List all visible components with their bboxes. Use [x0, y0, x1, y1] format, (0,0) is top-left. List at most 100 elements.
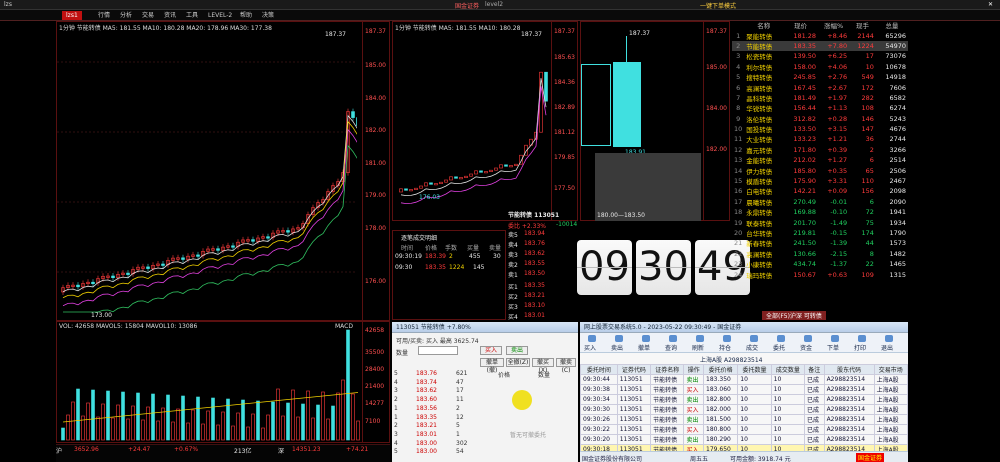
volume-bar — [276, 388, 280, 441]
toolbar-button[interactable]: 查询 — [665, 343, 677, 352]
watch-list-row[interactable]: 15 模盾转债 175.90 +3.31 110 2467 — [732, 176, 908, 186]
orders-row[interactable]: 09:30:34 113051 节能转债 卖出 182.800 10 10 已成 A298823… — [580, 394, 909, 405]
order-book-row[interactable]: 5 183.00 54 — [394, 448, 478, 456]
orders-header[interactable]: 成交数量 — [770, 364, 806, 375]
orders-row[interactable]: 09:30:26 113051 节能转债 卖出 181.500 10 10 已成 A298823… — [580, 414, 909, 425]
orders-row[interactable]: 09:30:38 113051 节能转债 买入 183.060 10 10 已成 A298823… — [580, 384, 909, 395]
watch-list-row[interactable]: 9 洛伦转债 312.82 +0.28 146 5243 — [732, 114, 908, 124]
watch-list-header[interactable]: 现手 — [849, 20, 876, 30]
account-selector[interactable]: 上海A股 A298823514 — [700, 355, 762, 364]
watch-list-header[interactable]: 总量 — [876, 20, 908, 30]
small-candle-chart[interactable]: 187.37 183.91 180.00—183.50 187.37 185.0… — [580, 21, 730, 221]
watch-list-row[interactable]: 4 利尔转债 158.00 +4.06 10 10678 — [732, 62, 908, 72]
tab-8[interactable]: 决策 — [258, 11, 278, 20]
watch-list-row[interactable]: 22 高澜转债 130.66 -2.15 8 1482 — [732, 249, 908, 259]
tab-3[interactable]: 交易 — [138, 11, 158, 20]
watch-list-row[interactable]: 10 国投转债 133.50 +3.15 147 4676 — [732, 124, 908, 134]
watch-list[interactable]: 名称 现价 涨幅% 现手 总量 1 聚能转债 181.28 +8.46 2144 65296 2 节能… — [732, 20, 908, 320]
orders-row[interactable]: 09:30:44 113051 节能转债 卖出 183.350 10 10 已成 A298823… — [580, 374, 909, 385]
mode-label[interactable]: 一键下单模式 — [700, 1, 736, 10]
volume-chart[interactable]: VOL: 42658 MAVOL5: 15804 MAVOL10: 13086 … — [56, 321, 390, 443]
orders-header[interactable]: 操作 — [683, 364, 705, 375]
tab-5[interactable]: 工具 — [182, 11, 202, 20]
watch-list-row[interactable]: 24 瑞玛转债 150.67 +0.63 109 1315 — [732, 269, 908, 280]
cancel-all-tab[interactable]: 全撤(Z) — [506, 358, 530, 367]
orders-row[interactable]: 09:30:22 113051 节能转债 买入 180.800 10 10 已成 A298823… — [580, 424, 909, 435]
toolbar-button[interactable]: 成交 — [746, 343, 758, 352]
watch-list-header[interactable] — [732, 20, 744, 30]
mid-kline-chart[interactable]: 1分钟 节能转债 MA5: 181.55 MA10: 180.28 187.37… — [392, 21, 578, 221]
order-book-row[interactable]: 2 183.60 11 — [394, 396, 478, 404]
main-kline-chart[interactable]: 1分钟 节能转债 MA5: 181.55 MA10: 180.28 MA20: … — [56, 21, 390, 321]
watch-list-row[interactable]: 23 小康转债 434.74 -1.37 22 1465 — [732, 259, 908, 269]
watch-list-row[interactable]: 18 永鼎转债 169.88 -0.10 72 1941 — [732, 207, 908, 217]
trade-system-window[interactable]: 网上股票交易系统5.0 - 2023-05-22 09:30:49 - 国金证券… — [580, 322, 909, 462]
orders-header[interactable]: 委托数量 — [737, 364, 772, 375]
tick-header-vol: 手数 — [445, 245, 458, 252]
toolbar-button[interactable]: 买入 — [584, 343, 596, 352]
orders-row[interactable]: 09:30:20 113051 节能转债 卖出 180.290 10 10 已成 A298823… — [580, 434, 909, 445]
toolbar-button[interactable]: 打印 — [854, 343, 866, 352]
orders-row[interactable]: 09:30:30 113051 节能转债 买入 182.000 10 10 已成 A298823… — [580, 404, 909, 415]
tick-detail-panel[interactable]: 逐笔成交明细 时间 价格 手数 买量 卖量 09:30:19 183.39 2 … — [392, 230, 506, 320]
watch-list-header[interactable]: 名称 — [744, 20, 783, 30]
orders-header[interactable]: 委托价格 — [703, 364, 739, 375]
orders-header[interactable]: 备注 — [804, 364, 825, 375]
cancel-sell-tab[interactable]: 撤卖(C) — [556, 358, 576, 374]
orders-header[interactable]: 证券代码 — [616, 364, 652, 375]
watch-list-row[interactable]: 17 晨曦转债 270.49 -0.01 6 2090 — [732, 197, 908, 207]
tab-1[interactable]: 行情 — [94, 11, 114, 20]
watch-list-row[interactable]: 14 伊力转债 185.80 +0.35 65 2506 — [732, 165, 908, 176]
watch-list-row[interactable]: 7 晶科转债 181.49 +1.97 282 6582 — [732, 93, 908, 103]
toolbar-button[interactable]: 委托 — [773, 343, 785, 352]
watch-list-row[interactable]: 19 联泰转债 201.70 -1.49 75 1934 — [732, 217, 908, 228]
watch-list-header[interactable]: 涨幅% — [818, 20, 849, 30]
watch-list-row[interactable]: 21 新春转债 241.50 -1.39 44 1573 — [732, 238, 908, 248]
close-icon[interactable]: ✕ — [988, 1, 993, 8]
watch-list-row[interactable]: 11 大业转债 133.23 +1.21 36 2744 — [732, 134, 908, 144]
toolbar-button[interactable]: 持仓 — [719, 343, 731, 352]
toolbar-button[interactable]: 退出 — [881, 343, 893, 352]
orders-header[interactable]: 交易市场 — [873, 364, 909, 375]
watch-list-row[interactable]: 3 松瓷转债 139.50 +6.25 17 73076 — [732, 51, 908, 61]
orders-header[interactable]: 股东代码 — [823, 364, 875, 375]
order-book-row[interactable]: 1 183.35 12 — [394, 414, 478, 422]
order-book-row[interactable]: 5 183.76 621 — [394, 370, 478, 378]
watch-list-row[interactable]: 6 高澜转债 167.45 +2.67 172 7606 — [732, 82, 908, 93]
buy-button[interactable]: 买入 — [480, 346, 502, 355]
order-window[interactable]: 113051 节能转债 +7.80% 可用/买卖: 买入 最高 3625.74 … — [392, 322, 578, 462]
orders-header[interactable]: 委托时间 — [580, 364, 618, 375]
qty-input[interactable] — [418, 346, 458, 355]
toolbar-button[interactable]: 撤单 — [638, 343, 650, 352]
tab-6[interactable]: LEVEL-2 — [204, 11, 236, 20]
tab-4[interactable]: 资讯 — [160, 11, 180, 20]
watch-list-header[interactable]: 现价 — [783, 20, 818, 30]
order-book-row[interactable]: 4 183.74 47 — [394, 379, 478, 387]
orders-header[interactable]: 证券名称 — [650, 364, 685, 375]
watch-list-row[interactable]: 5 搜特转债 245.85 +2.76 549 14918 — [732, 72, 908, 82]
cancel-buy-tab[interactable]: 撤买(X) — [532, 358, 554, 374]
sell-button[interactable]: 卖出 — [506, 346, 528, 355]
toolbar-button[interactable]: 资金 — [800, 343, 812, 352]
watch-list-row[interactable]: 16 白电转债 142.21 +0.09 156 2098 — [732, 186, 908, 196]
tab-2[interactable]: 分析 — [116, 11, 136, 20]
watch-list-footer[interactable]: 全部(F5)沪深 可转债 — [762, 311, 826, 320]
watch-list-row[interactable]: 8 华锐转债 156.44 +1.13 108 6274 — [732, 103, 908, 113]
watch-list-row[interactable]: 1 聚能转债 181.28 +8.46 2144 65296 — [732, 30, 908, 41]
watch-list-cell: 1465 — [889, 260, 906, 269]
order-book-row[interactable]: 3 183.01 1 — [394, 431, 478, 439]
watch-list-row[interactable]: 13 金能转债 212.02 +1.27 6 2514 — [732, 155, 908, 165]
order-book-row[interactable]: 3 183.62 17 — [394, 387, 478, 395]
tab-0[interactable]: lzs1 — [62, 11, 82, 20]
order-book-row[interactable]: 2 183.21 5 — [394, 422, 478, 430]
watch-list-row[interactable]: 12 嘉元转债 171.80 +0.39 2 3266 — [732, 145, 908, 155]
cancel-one-tab[interactable]: 撤单(撤) — [480, 358, 504, 374]
toolbar-button[interactable]: 下单 — [827, 343, 839, 352]
toolbar-button[interactable]: 卖出 — [611, 343, 623, 352]
order-book-row[interactable]: 4 183.00 302 — [394, 440, 478, 448]
watch-list-row[interactable]: 20 台华转债 219.81 -0.15 174 1790 — [732, 228, 908, 238]
watch-list-row[interactable]: 2 节能转债 183.35 +7.80 1224 54970 — [732, 40, 908, 52]
tab-7[interactable]: 帮助 — [236, 11, 256, 20]
toolbar-button[interactable]: 刷新 — [692, 343, 704, 352]
order-book-row[interactable]: 1 183.56 2 — [394, 405, 478, 413]
